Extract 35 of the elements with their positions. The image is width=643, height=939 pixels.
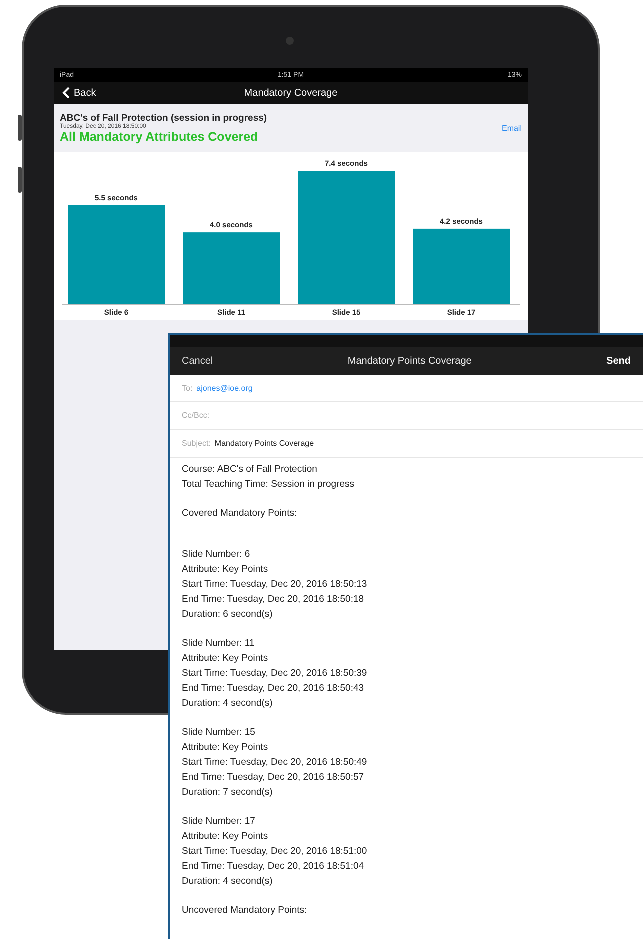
email-text-line: Uncovered Mandatory Points: <box>182 904 308 918</box>
back-button[interactable]: Back <box>60 85 98 101</box>
coverage-status: All Mandatory Attributes Covered <box>60 130 260 144</box>
email-text-line: Covered Mandatory Points: <box>182 507 298 521</box>
email-text-line: Slide Number: 11 <box>182 637 256 651</box>
session-title: ABC's of Fall Protection (session in progress) <box>60 112 268 124</box>
email-text-line: Attribute: Key Points <box>182 830 270 844</box>
email-text-line: Attribute: Key Points <box>182 652 270 666</box>
email-text-line: End Time: Tuesday, Dec 20, 2016 18:51:04 <box>182 860 366 874</box>
email-text-line: Total Teaching Time: Session in progress <box>182 478 356 492</box>
email-text-line: Duration: 7 second(s) <box>182 786 274 800</box>
email-field[interactable]: To: ajones@ioe.org <box>170 375 643 402</box>
email-field[interactable]: Subject: Mandatory Points Coverage <box>170 430 643 458</box>
email-text-line: Course: ABC's of Fall Protection <box>182 463 318 477</box>
cancel-button[interactable]: Cancel <box>182 354 214 369</box>
email-text-line: Slide Number: 17 <box>182 815 256 829</box>
email-text-line: Slide Number: 15 <box>182 726 256 740</box>
email-text-line: Start Time: Tuesday, Dec 20, 2016 18:51:00 <box>182 845 368 859</box>
email-text-line: Slide Number: 6 <box>182 548 252 562</box>
screen-title: Mandatory Coverage <box>244 88 338 98</box>
send-button[interactable]: Send <box>606 354 631 369</box>
email-text-line: Attribute: Key Points <box>182 563 270 577</box>
email-text-line: Start Time: Tuesday, Dec 20, 2016 18:50:39 <box>182 667 368 681</box>
email-text-line: Attribute: Key Points <box>182 741 270 755</box>
email-text-line: End Time: Tuesday, Dec 20, 2016 18:50:18 <box>182 593 366 607</box>
email-text-line: Duration: 4 second(s) <box>182 875 274 889</box>
email-title: Mandatory Points Coverage <box>348 356 472 369</box>
email-text-line: End Time: Tuesday, Dec 20, 2016 18:50:57 <box>182 771 366 785</box>
email-text-line: Duration: 4 second(s) <box>182 697 274 711</box>
email-text-line: Duration: 6 second(s) <box>182 608 274 622</box>
camera-icon <box>286 37 294 45</box>
email-text-line: Start Time: Tuesday, Dec 20, 2016 18:50:49 <box>182 756 368 770</box>
chevron-left-icon <box>62 87 70 99</box>
email-text-line: End Time: Tuesday, Dec 20, 2016 18:50:43 <box>182 682 366 696</box>
email-text-line: Start Time: Tuesday, Dec 20, 2016 18:50:13 <box>182 578 368 592</box>
